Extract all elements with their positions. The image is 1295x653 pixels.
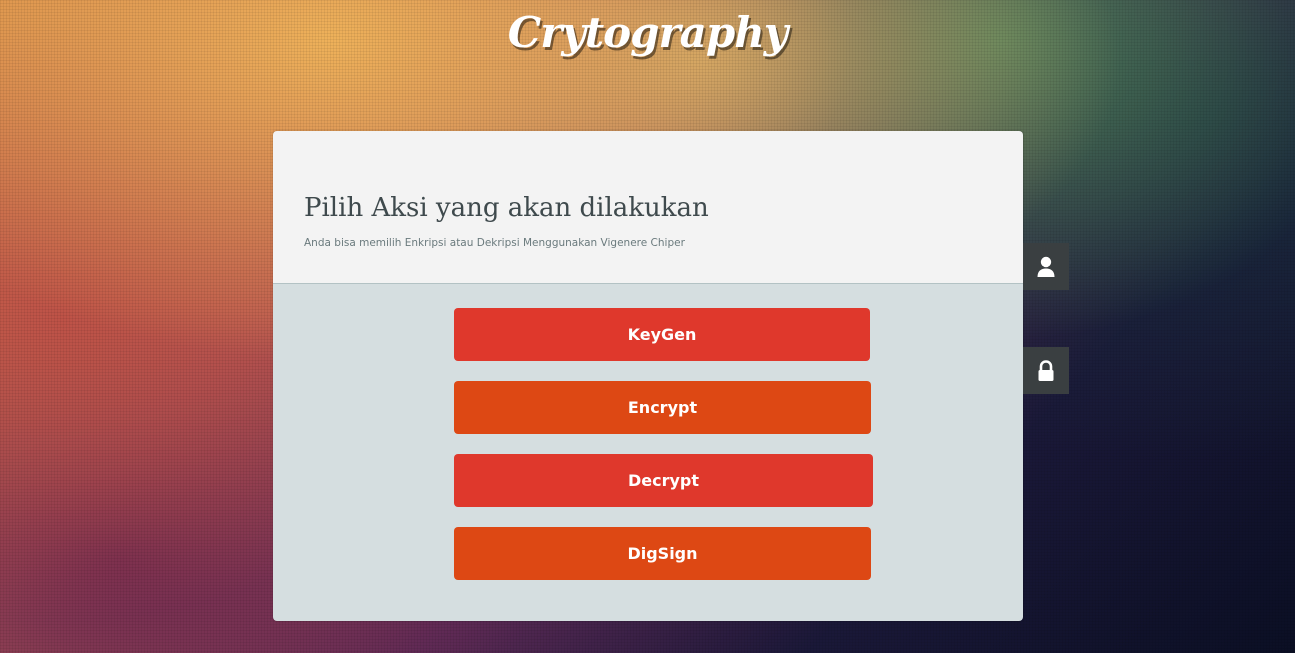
lock-icon: [1038, 359, 1054, 381]
action-card: Pilih Aksi yang akan dilakukan Anda bisa…: [273, 131, 1023, 621]
digsign-button[interactable]: DigSign: [454, 527, 871, 580]
side-tab-user[interactable]: [1023, 243, 1069, 290]
card-subtitle: Anda bisa memilih Enkripsi atau Dekripsi…: [304, 237, 685, 249]
keygen-button[interactable]: KeyGen: [454, 308, 870, 361]
encrypt-button[interactable]: Encrypt: [454, 381, 871, 434]
decrypt-button[interactable]: Decrypt: [454, 454, 873, 507]
user-icon: [1037, 256, 1055, 277]
card-title: Pilih Aksi yang akan dilakukan: [304, 193, 709, 223]
side-tab-lock[interactable]: [1023, 347, 1069, 394]
brand-logo: Crytography: [507, 8, 788, 57]
card-body: KeyGen Encrypt Decrypt DigSign: [273, 284, 1023, 621]
card-header: Pilih Aksi yang akan dilakukan Anda bisa…: [273, 131, 1023, 284]
